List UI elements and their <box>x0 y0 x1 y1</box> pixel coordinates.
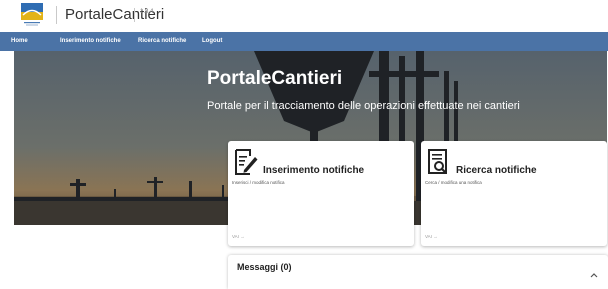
card-ricerca[interactable]: Ricerca notifiche Cerca / modifica una n… <box>421 141 607 246</box>
messages-title: Messaggi (0) <box>237 262 292 272</box>
edit-document-icon <box>234 148 258 176</box>
card-title: Inserimento notifiche <box>263 165 365 176</box>
main-nav: Home Inserimento notifiche Ricerca notif… <box>0 32 608 51</box>
brand-divider <box>56 6 57 24</box>
card-title: Ricerca notifiche <box>456 165 537 176</box>
region-logo-icon[interactable] <box>17 3 47 27</box>
top-header: PortaleCantieri 1.8.4 <box>0 0 608 32</box>
card-description: Inserisci / modifica notifica <box>232 180 285 185</box>
card-go-link[interactable]: VAI → <box>425 234 438 239</box>
version-divider <box>134 8 135 22</box>
nav-item-inserimento[interactable]: Inserimento notifiche <box>60 37 121 46</box>
hero-title: PortaleCantieri <box>207 68 343 89</box>
nav-item-home[interactable]: Home <box>11 37 28 46</box>
chevron-up-icon[interactable] <box>590 265 598 278</box>
version-label: 1.8.4 <box>140 9 154 15</box>
brand-name[interactable]: PortaleCantieri <box>65 5 164 25</box>
card-inserimento[interactable]: Inserimento notifiche Inserisci / modifi… <box>228 141 414 246</box>
card-go-link[interactable]: VAI → <box>232 234 245 239</box>
nav-item-ricerca[interactable]: Ricerca notifiche <box>138 37 186 46</box>
messages-panel[interactable]: Messaggi (0) <box>228 255 608 289</box>
hero-subtitle: Portale per il tracciamento delle operaz… <box>207 100 520 112</box>
nav-item-logout[interactable]: Logout <box>202 37 222 46</box>
card-description: Cerca / modifica una notifica <box>425 180 482 185</box>
search-document-icon <box>427 148 451 176</box>
